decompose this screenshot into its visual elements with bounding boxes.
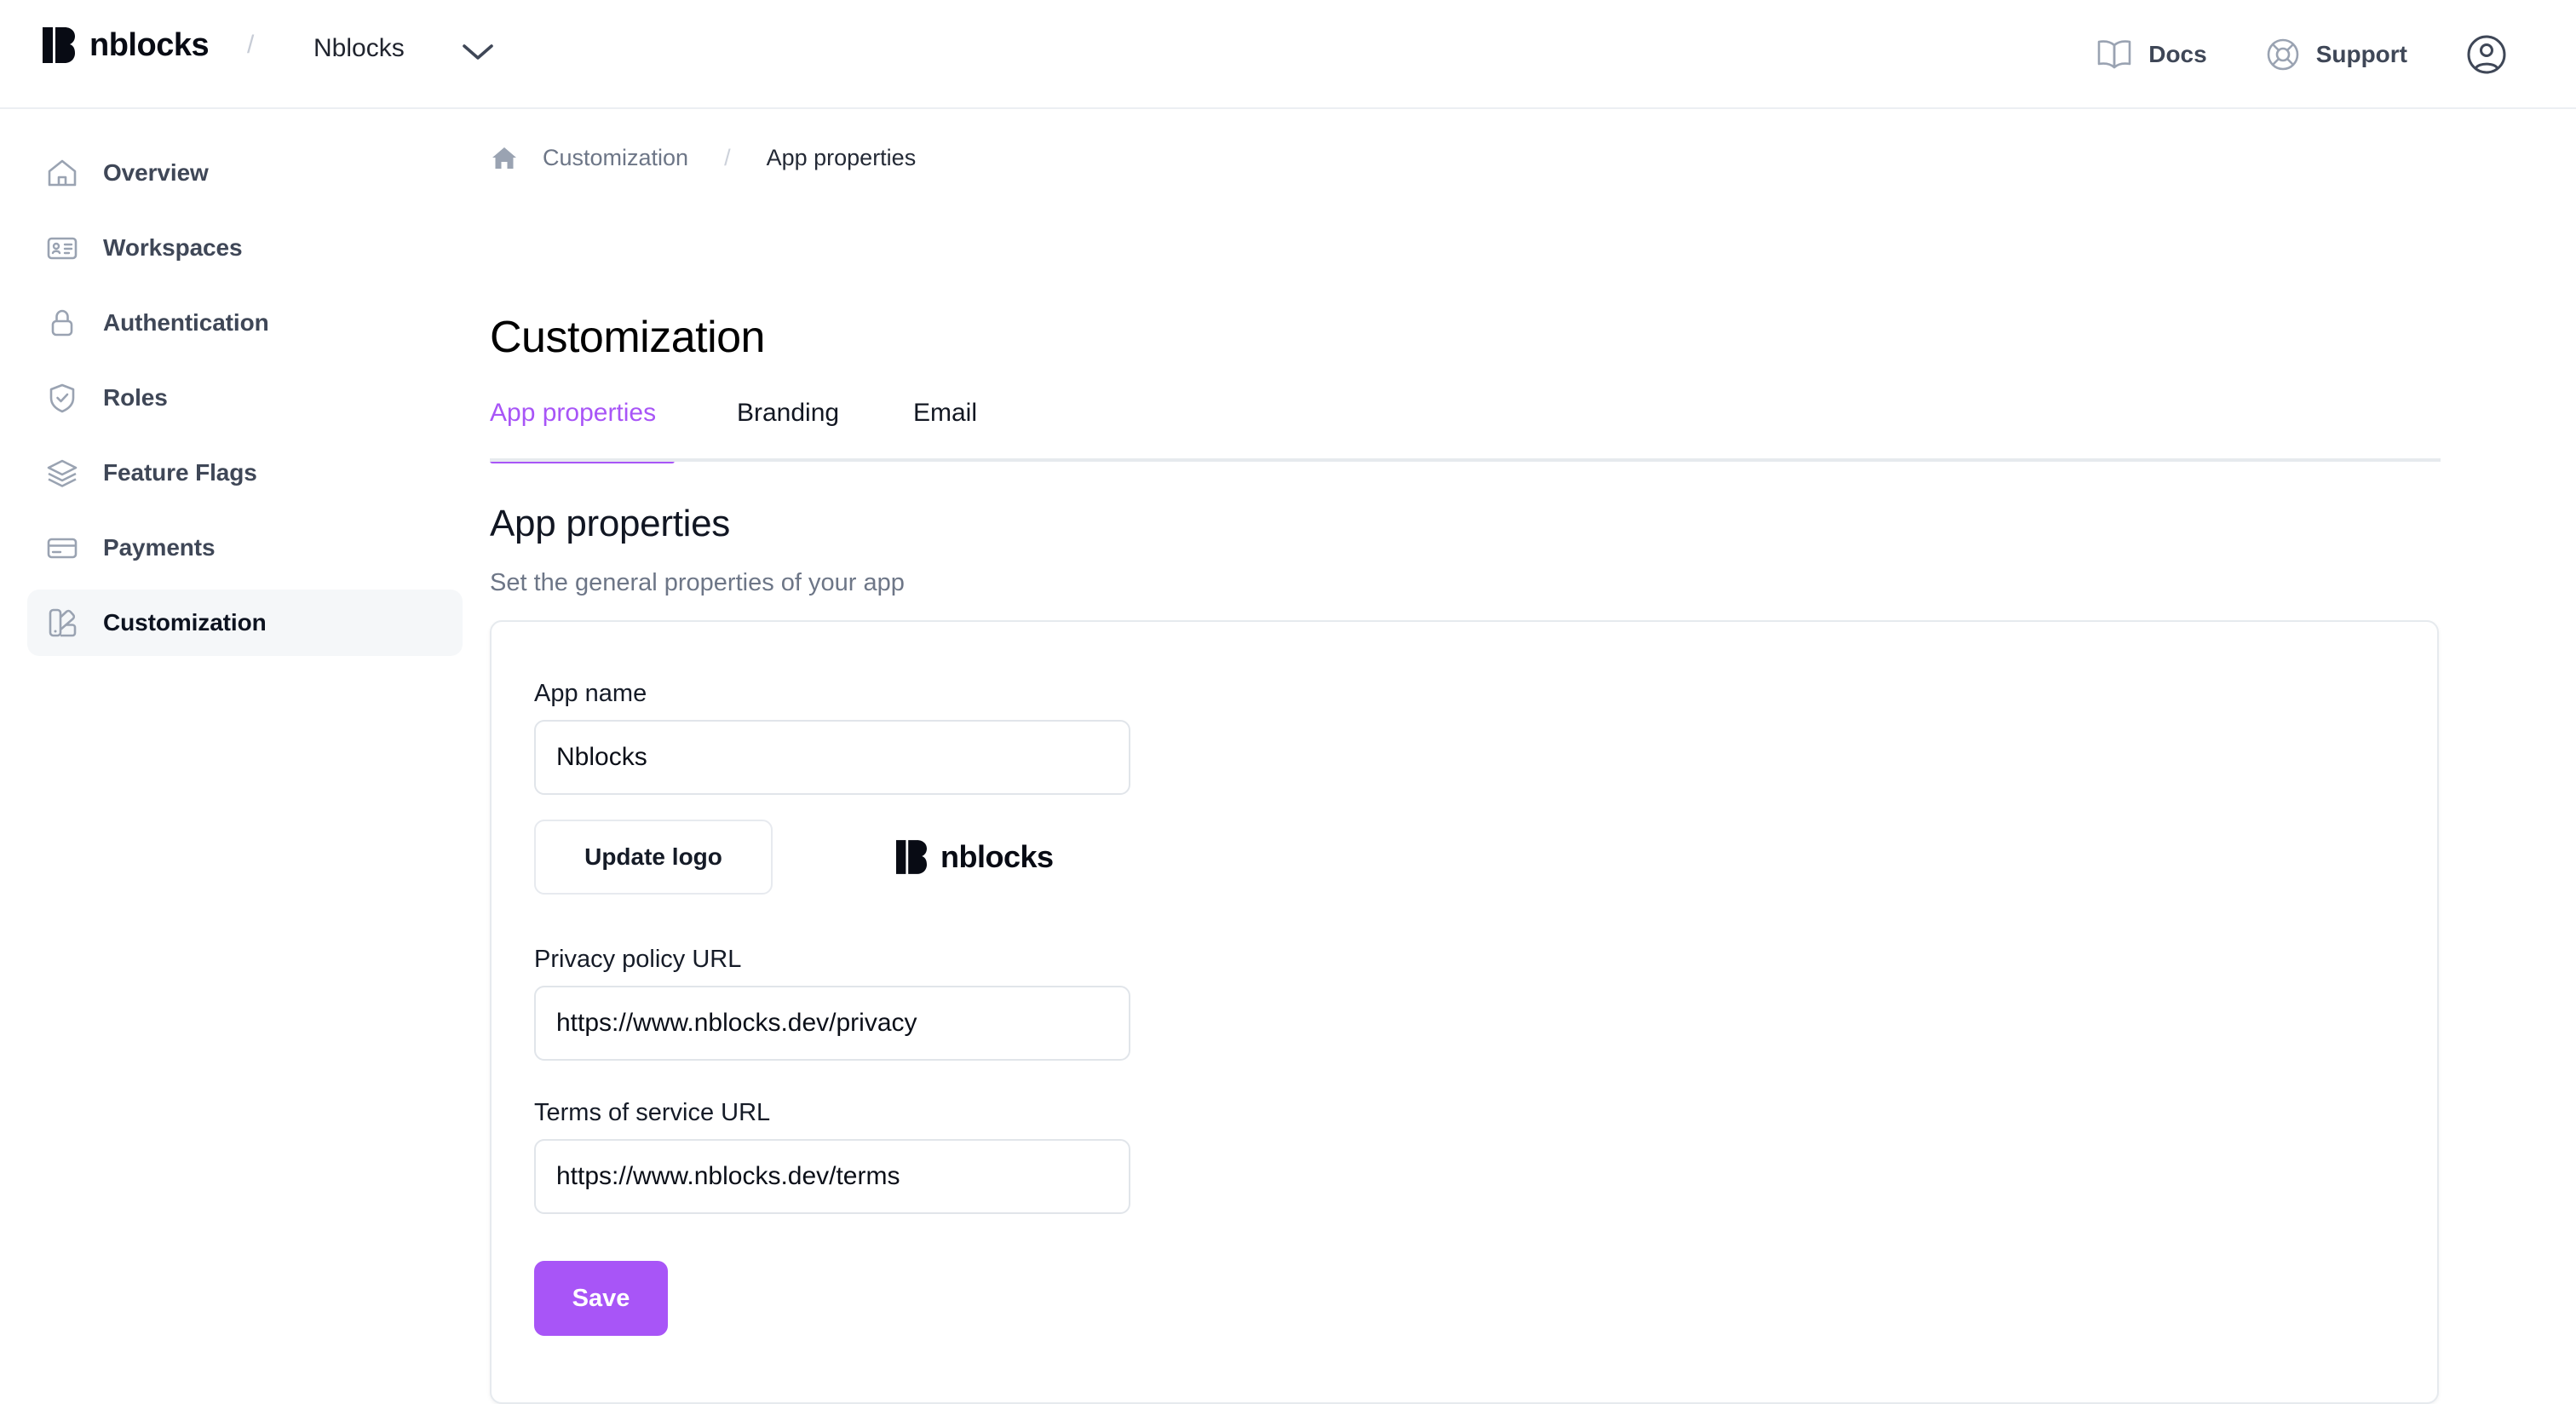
app-properties-card: App name Update logo nblocks Privacy pol… xyxy=(490,620,2439,1404)
id-card-icon xyxy=(47,237,78,260)
docs-label: Docs xyxy=(2148,41,2207,67)
sidebar: Overview Workspaces Authentication Roles… xyxy=(0,109,490,1404)
terms-of-service-input[interactable] xyxy=(534,1139,1130,1214)
top-bar: nblocks / Nblocks Docs Support xyxy=(0,0,2576,109)
update-logo-button[interactable]: Update logo xyxy=(534,820,773,895)
app-name-label: App name xyxy=(534,680,647,707)
shield-check-icon xyxy=(49,383,75,413)
brand-logo[interactable]: nblocks xyxy=(43,27,210,63)
user-circle-icon xyxy=(2467,35,2506,74)
account-button[interactable] xyxy=(2436,0,2537,109)
nblocks-logo-mark xyxy=(896,840,927,874)
logo-preview-name: nblocks xyxy=(940,839,1054,874)
terms-of-service-field-group: Terms of service URL xyxy=(534,1099,1130,1214)
logo-row: Update logo nblocks xyxy=(534,820,1054,895)
sidebar-item-label: Authentication xyxy=(103,309,269,336)
brand-name: nblocks xyxy=(89,27,210,63)
section-subheading: Set the general properties of your app xyxy=(490,569,905,596)
tab-app-properties[interactable]: App properties xyxy=(490,390,656,463)
save-button[interactable]: Save xyxy=(534,1261,668,1336)
sidebar-item-payments[interactable]: Payments xyxy=(27,515,463,581)
app-window: nblocks / Nblocks Docs Support Overview … xyxy=(0,0,2576,1404)
tenant-name[interactable]: Nblocks xyxy=(313,34,405,63)
sidebar-item-customization[interactable]: Customization xyxy=(27,590,463,656)
lifebuoy-icon xyxy=(2267,38,2298,71)
tab-bar: App properties Branding Email xyxy=(490,390,2441,463)
app-name-field-group: App name xyxy=(534,680,1130,795)
home-filled-icon[interactable] xyxy=(490,143,519,172)
tab-email[interactable]: Email xyxy=(913,390,977,463)
sidebar-item-authentication[interactable]: Authentication xyxy=(27,290,463,356)
sidebar-item-label: Payments xyxy=(103,534,216,561)
breadcrumb: Customization / App properties xyxy=(490,143,916,172)
sidebar-item-label: Customization xyxy=(103,609,267,636)
layers-icon xyxy=(47,459,78,487)
lock-icon xyxy=(51,309,73,337)
privacy-policy-label: Privacy policy URL xyxy=(534,946,742,973)
page-title: Customization xyxy=(490,313,765,362)
support-label: Support xyxy=(2315,41,2407,67)
tabs-divider xyxy=(490,458,2441,462)
docs-button[interactable]: Docs xyxy=(2067,0,2235,109)
support-button[interactable]: Support xyxy=(2236,0,2436,109)
home-icon xyxy=(48,159,77,187)
breadcrumb-parent[interactable]: Customization xyxy=(543,145,688,171)
privacy-policy-field-group: Privacy policy URL xyxy=(534,946,1130,1061)
sidebar-item-label: Workspaces xyxy=(103,234,243,261)
credit-card-icon xyxy=(47,538,78,559)
nblocks-logo-mark xyxy=(43,27,75,63)
privacy-policy-input[interactable] xyxy=(534,986,1130,1061)
sidebar-item-feature-flags[interactable]: Feature Flags xyxy=(27,440,463,506)
color-swatch-icon xyxy=(49,608,77,637)
sidebar-item-workspaces[interactable]: Workspaces xyxy=(27,215,463,281)
terms-of-service-label: Terms of service URL xyxy=(534,1099,771,1126)
breadcrumb-separator: / xyxy=(724,144,731,170)
section-heading: App properties xyxy=(490,503,730,544)
topbar-actions: Docs Support xyxy=(2067,0,2537,109)
breadcrumb-current: App properties xyxy=(766,144,917,170)
tab-branding[interactable]: Branding xyxy=(737,390,839,463)
topbar-separator: / xyxy=(247,31,255,59)
main-content: Customization / App properties Customiza… xyxy=(490,109,2576,1404)
sidebar-item-label: Overview xyxy=(103,159,209,186)
logo-preview: nblocks xyxy=(896,839,1054,875)
app-name-input[interactable] xyxy=(534,720,1130,795)
sidebar-item-overview[interactable]: Overview xyxy=(27,140,463,206)
sidebar-item-label: Roles xyxy=(103,384,168,411)
chevron-down-icon[interactable] xyxy=(460,41,496,63)
book-icon xyxy=(2097,40,2131,69)
sidebar-item-label: Feature Flags xyxy=(103,459,257,486)
sidebar-item-roles[interactable]: Roles xyxy=(27,365,463,431)
